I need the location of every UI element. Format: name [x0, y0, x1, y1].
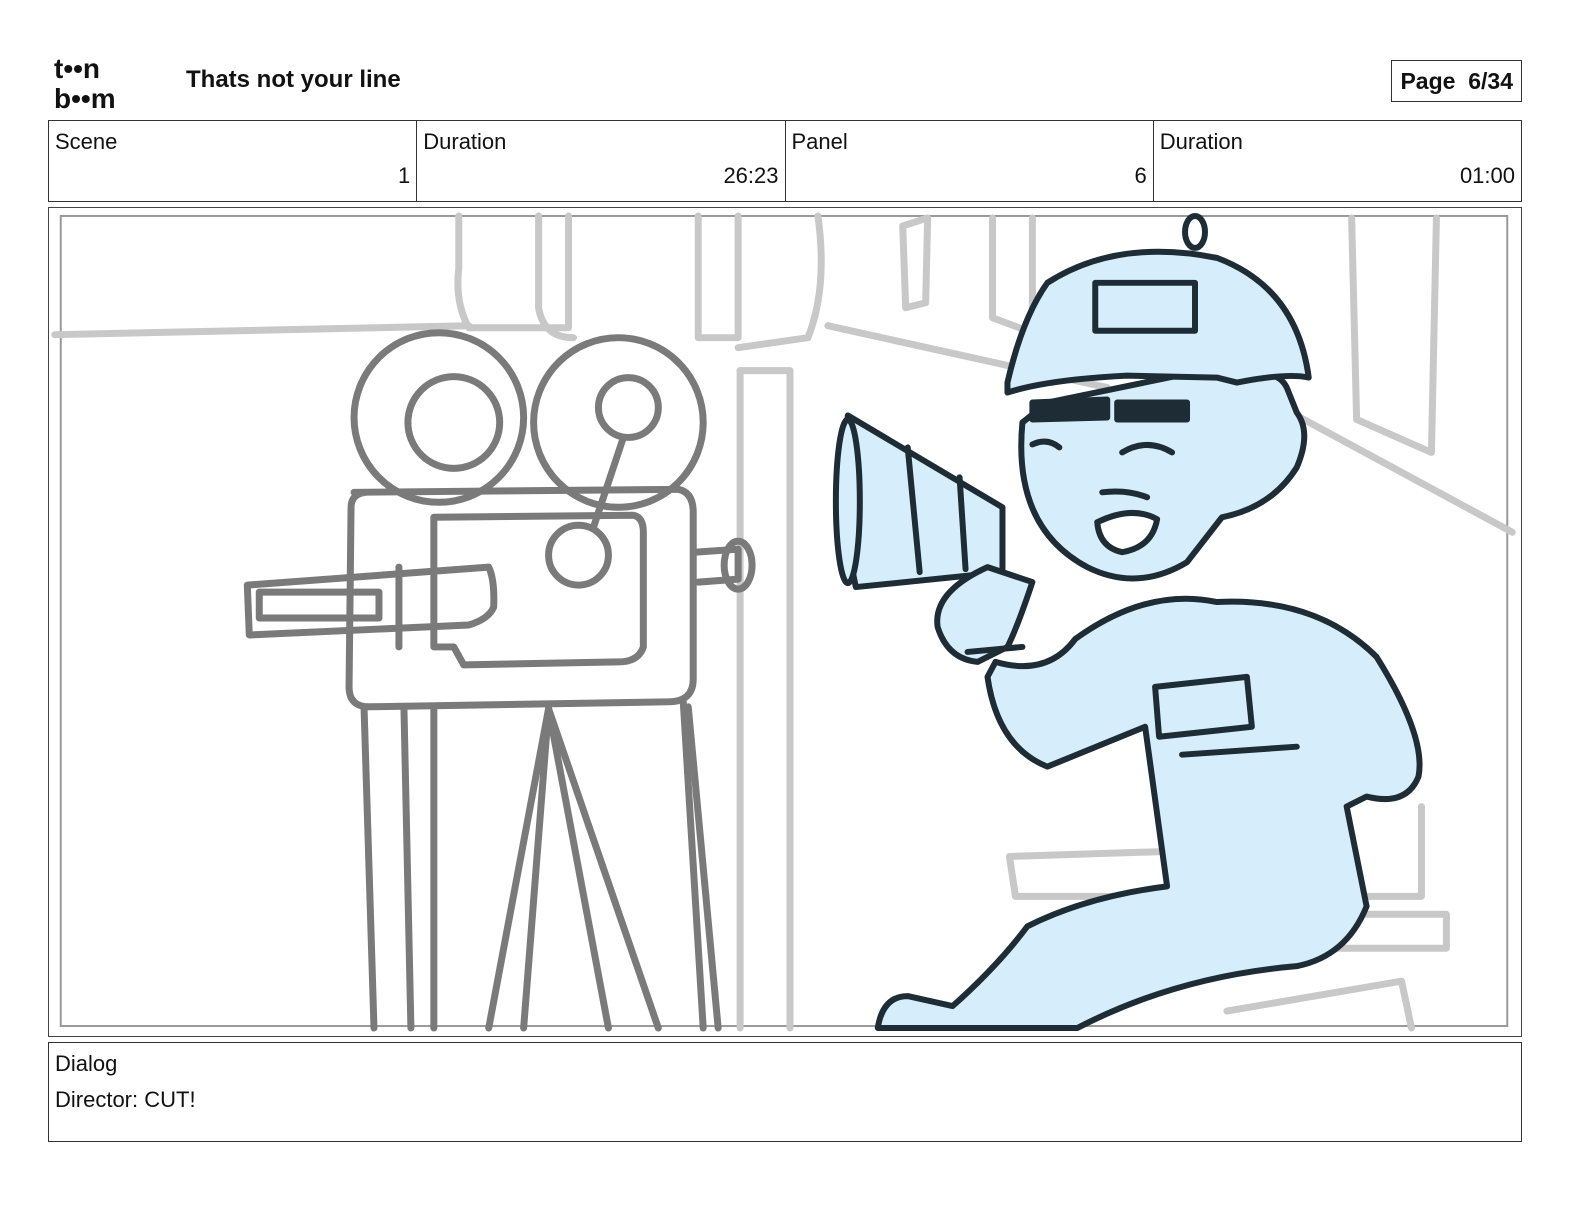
panel-duration-label: Duration: [1159, 129, 1243, 154]
scene-label: Scene: [55, 129, 118, 154]
scene-value: 1: [398, 163, 411, 188]
panel-duration-cell: Duration 01:00: [1154, 121, 1521, 201]
storyboard-panel: [48, 207, 1522, 1037]
scene-cell: Scene 1: [49, 121, 418, 201]
scene-duration-label: Duration: [423, 129, 507, 154]
panel-duration-value: 01:00: [1459, 163, 1515, 188]
dialog-box: Dialog Director: CUT!: [48, 1042, 1522, 1142]
panel-value: 6: [1134, 163, 1147, 188]
dialog-text: Director: CUT!: [55, 1087, 196, 1112]
panel-label: Panel: [791, 129, 848, 154]
panel-cell: Panel 6: [786, 121, 1154, 201]
logo-text-top: t••n: [54, 53, 100, 84]
scene-duration-value: 26:23: [723, 163, 779, 188]
page-label: Page: [1400, 68, 1456, 94]
scene-info-table: Scene 1 Duration 26:23 Panel 6 Duration …: [48, 120, 1522, 202]
toonboom-logo-icon: t••n b••m: [52, 52, 164, 112]
director-with-megaphone-icon: [832, 212, 1423, 1032]
logo-text-bottom: b••m: [54, 83, 116, 112]
scene-duration-cell: Duration 26:23: [417, 121, 786, 201]
panel-drawing: [51, 212, 1516, 1032]
page-header: t••n b••m Thats not your line Page 6/34: [48, 48, 1522, 114]
storyboard-title: Thats not your line: [186, 66, 401, 93]
dialog-label: Dialog: [55, 1051, 118, 1076]
page-number: 6/34: [1468, 68, 1513, 94]
film-camera-icon: [243, 329, 756, 1032]
page-indicator: Page 6/34: [1391, 60, 1522, 102]
